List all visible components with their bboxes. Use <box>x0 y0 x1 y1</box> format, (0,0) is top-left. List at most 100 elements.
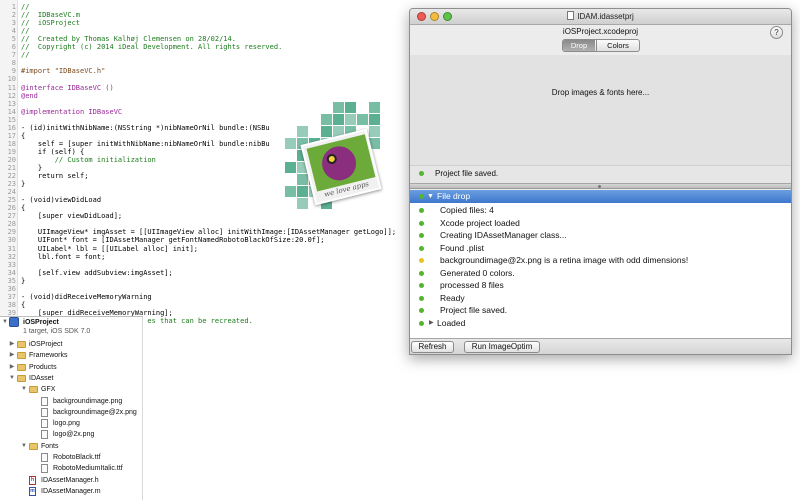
status-row: Project file saved. <box>410 165 791 183</box>
log-entry: Generated 0 colors. <box>410 267 791 280</box>
project-file-label: iOSProject.xcodeproj <box>562 27 639 36</box>
log-entry-text: processed 8 files <box>440 280 504 290</box>
pattern-tile <box>285 186 296 197</box>
log-entry-text: Found .plist <box>440 242 484 253</box>
chevron-down-icon[interactable]: ▼ <box>8 373 16 384</box>
log-entry-text: Copied files: 4 <box>440 205 494 215</box>
pattern-tile <box>321 126 332 137</box>
status-ok-icon <box>419 233 424 238</box>
close-window-button[interactable] <box>417 12 426 21</box>
navigator-item-label: backgroundimage.png <box>53 397 123 405</box>
navigator-item[interactable]: ▼ IDAsset <box>0 373 143 384</box>
log-group-file-drop[interactable]: ▼ File drop <box>410 190 791 203</box>
window-titlebar[interactable]: IDAM.idassetprj <box>410 9 791 25</box>
file-icon <box>41 464 48 474</box>
idam-window[interactable]: IDAM.idassetprj iOSProject.xcodeproj ? D… <box>409 8 792 355</box>
pattern-tile <box>345 102 356 113</box>
navigator-project-subtitle-row: 1 target, iOS SDK 7.0 <box>0 326 143 337</box>
status-ok-icon <box>419 245 424 251</box>
navigator-item[interactable]: RobotoMediumItalic.ttf <box>0 463 143 474</box>
log-entry: Ready <box>410 292 791 305</box>
navigator-item[interactable]: backgroundimage@2x.png <box>0 407 143 418</box>
pattern-tile <box>297 198 308 209</box>
pattern-tile <box>369 126 380 137</box>
log-entry-text: Creating IDAssetManager class... <box>440 230 567 240</box>
navigator-item[interactable]: ▶ Frameworks <box>0 350 143 361</box>
split-view-divider[interactable] <box>410 183 791 189</box>
zoom-window-button[interactable] <box>443 12 452 21</box>
pattern-tile <box>285 162 296 173</box>
help-button[interactable]: ? <box>770 26 783 39</box>
navigator-item[interactable]: ▼ GFX <box>0 384 143 395</box>
source-file-icon: m <box>29 486 36 496</box>
window-title: IDAM.idassetprj <box>577 12 634 21</box>
log-entry-text: backgroundimage@2x.png is a retina image… <box>440 255 689 265</box>
navigator-item-label: Fonts <box>41 442 59 450</box>
navigator-item-label: Frameworks <box>29 352 68 360</box>
log-entry: Creating IDAssetManager class... <box>410 229 791 242</box>
window-bottom-bar: Refresh Run ImageOptim <box>410 338 791 354</box>
navigator-item-label: IDAssetManager.h <box>41 476 99 484</box>
chevron-right-icon[interactable]: ▶ <box>429 317 434 330</box>
header-file-icon: h <box>29 475 36 485</box>
pattern-tile <box>357 114 368 125</box>
pattern-tile <box>333 114 344 125</box>
minimize-window-button[interactable] <box>430 12 439 21</box>
divider-grip-icon[interactable] <box>598 185 601 188</box>
chevron-down-icon[interactable]: ▼ <box>427 190 434 203</box>
tab-drop[interactable]: Drop <box>563 40 595 51</box>
chevron-right-icon[interactable]: ▶ <box>8 362 16 373</box>
navigator-item[interactable]: logo.png <box>0 418 143 429</box>
pattern-tile <box>345 114 356 125</box>
activity-log[interactable]: ▼ File drop Copied files: 4 Xcode project… <box>410 190 791 338</box>
navigator-item[interactable]: ▶ Products <box>0 362 143 373</box>
tab-colors[interactable]: Colors <box>596 40 639 51</box>
log-entry-text: Generated 0 colors. <box>440 267 515 278</box>
navigator-item-label: Products <box>29 363 57 371</box>
chevron-down-icon[interactable]: ▼ <box>20 441 28 452</box>
log-group-title: File drop <box>437 191 471 201</box>
status-ok-icon <box>419 194 424 199</box>
log-group-loaded-label: Loaded <box>437 317 466 328</box>
file-icon <box>41 396 48 406</box>
status-text: Project file saved. <box>435 169 499 178</box>
chevron-down-icon[interactable]: ▼ <box>20 384 28 395</box>
navigator-item[interactable]: logo@2x.png <box>0 429 143 440</box>
folder-icon <box>17 341 26 348</box>
log-entry: Xcode project loaded <box>410 217 791 230</box>
navigator-item[interactable]: RobotoBlack.ttf <box>0 452 143 463</box>
mode-segmented-control[interactable]: Drop Colors <box>562 39 640 52</box>
status-ok-icon <box>419 171 424 176</box>
pattern-tile <box>369 114 380 125</box>
status-ok-icon <box>419 220 424 226</box>
navigator-item[interactable]: ▼ Fonts <box>0 441 143 452</box>
log-entry: Project file saved. <box>410 304 791 317</box>
log-group-loaded[interactable]: ▶ Loaded <box>410 317 791 330</box>
log-entry: Found .plist <box>410 242 791 255</box>
chevron-right-icon[interactable]: ▶ <box>8 350 16 361</box>
log-entry-text: Xcode project loaded <box>440 217 520 228</box>
window-title-wrap: IDAM.idassetprj <box>410 9 791 25</box>
navigator-item[interactable]: m IDAssetManager.m <box>0 486 143 497</box>
navigator-item-label: logo@2x.png <box>53 431 95 439</box>
chevron-right-icon[interactable]: ▶ <box>8 339 16 350</box>
navigator-item[interactable]: ▶ iOSProject <box>0 339 143 350</box>
log-entry: processed 8 files <box>410 279 791 292</box>
status-ok-icon <box>419 283 424 288</box>
pattern-tile <box>333 102 344 113</box>
file-icon <box>41 419 48 429</box>
navigator-item[interactable]: backgroundimage.png <box>0 396 143 407</box>
navigator-item[interactable]: h IDAssetManager.h <box>0 475 143 486</box>
document-icon <box>567 11 575 21</box>
drop-zone-text: Drop images & fonts here... <box>551 88 650 97</box>
navigator-item-label: backgroundimage@2x.png <box>53 408 137 416</box>
status-ok-icon <box>419 308 424 313</box>
pattern-tile <box>369 102 380 113</box>
pattern-tile <box>285 138 296 149</box>
project-subtitle: 1 target, iOS SDK 7.0 <box>23 328 91 335</box>
folder-icon <box>17 352 26 360</box>
file-drop-zone[interactable]: Drop images & fonts here... <box>410 55 791 165</box>
project-navigator[interactable]: ▼ iOSProject 1 target, iOS SDK 7.0 ▶ iOSP… <box>0 316 143 500</box>
refresh-button[interactable]: Refresh <box>411 341 454 353</box>
run-imageoptim-button[interactable]: Run ImageOptim <box>464 341 540 353</box>
